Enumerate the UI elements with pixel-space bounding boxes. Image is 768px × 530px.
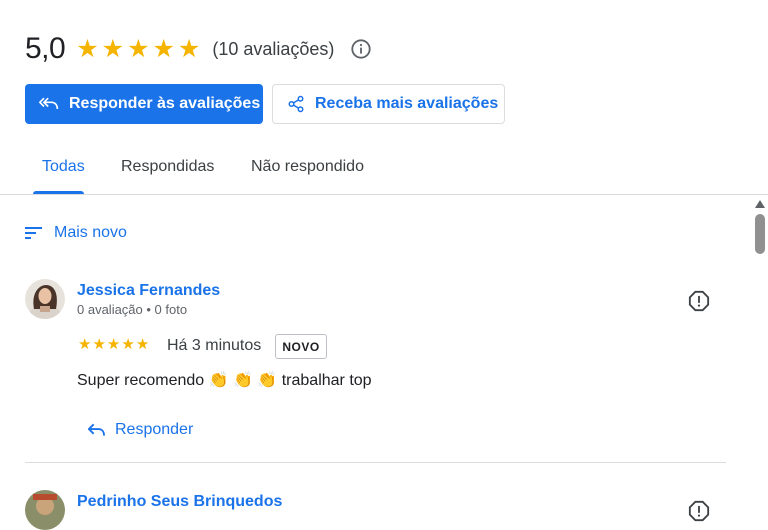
avatar[interactable] bbox=[25, 279, 65, 319]
star-icon: ★ bbox=[106, 336, 121, 353]
review-text: Super recomendo 👏 👏 👏 trabalhar top bbox=[77, 372, 372, 389]
star-icon: ★ bbox=[152, 34, 175, 63]
sort-label: Mais novo bbox=[54, 224, 127, 241]
get-more-reviews-label: Receba mais avaliações bbox=[315, 95, 499, 112]
reply-button[interactable]: Responder bbox=[88, 421, 193, 439]
reviewer-name[interactable]: Jessica Fernandes bbox=[77, 282, 220, 300]
info-icon[interactable] bbox=[350, 38, 372, 60]
star-icon: ★ bbox=[135, 336, 150, 353]
reviewer-name[interactable]: Pedrinho Seus Brinquedos bbox=[77, 493, 282, 511]
avatar-photo bbox=[25, 490, 65, 530]
star-icon: ★ bbox=[101, 34, 125, 63]
report-icon[interactable] bbox=[688, 290, 710, 312]
reply-icon bbox=[88, 423, 105, 436]
review-time: Há 3 minutos bbox=[167, 337, 262, 354]
rating-stars: ★ ★ ★ ★ ★ bbox=[76, 34, 201, 63]
reply-reviews-button[interactable]: Responder às avaliações bbox=[25, 84, 263, 124]
review-rating-stars: ★ ★ ★ ★ ★ bbox=[78, 337, 149, 353]
active-tab-indicator bbox=[33, 191, 84, 194]
avatar-photo bbox=[25, 279, 65, 319]
avatar[interactable] bbox=[25, 490, 65, 530]
report-icon[interactable] bbox=[688, 500, 710, 522]
reply-reviews-label: Responder às avaliações bbox=[69, 95, 261, 112]
star-icon: ★ bbox=[76, 34, 99, 63]
tab-nao-respondido[interactable]: Não respondido bbox=[251, 158, 364, 176]
reply-all-icon bbox=[39, 97, 59, 110]
scroll-up-arrow-icon[interactable] bbox=[755, 200, 765, 208]
get-more-reviews-button[interactable]: Receba mais avaliações bbox=[272, 84, 505, 124]
reply-label: Responder bbox=[115, 421, 194, 438]
sort-icon bbox=[25, 227, 42, 239]
review-tabs: Todas Respondidas Não respondido bbox=[0, 150, 768, 195]
star-icon: ★ bbox=[177, 34, 201, 63]
review-divider bbox=[25, 462, 726, 463]
sort-button[interactable]: Mais novo bbox=[25, 224, 127, 242]
review-count: (10 avaliações) bbox=[212, 38, 335, 59]
new-badge: NOVO bbox=[275, 334, 327, 359]
rating-summary: 5,0 ★ ★ ★ ★ ★ (10 avaliações) bbox=[25, 30, 372, 68]
star-icon: ★ bbox=[127, 34, 150, 63]
tab-todas[interactable]: Todas bbox=[42, 158, 85, 176]
share-icon bbox=[288, 95, 304, 113]
star-icon: ★ bbox=[78, 336, 92, 353]
star-icon: ★ bbox=[121, 336, 135, 353]
scrollbar-thumb[interactable] bbox=[755, 214, 765, 254]
reviewer-meta: 0 avaliação • 0 foto bbox=[77, 302, 188, 317]
rating-score: 5,0 bbox=[25, 32, 66, 65]
tab-respondidas[interactable]: Respondidas bbox=[121, 158, 214, 176]
star-icon: ★ bbox=[92, 336, 106, 353]
